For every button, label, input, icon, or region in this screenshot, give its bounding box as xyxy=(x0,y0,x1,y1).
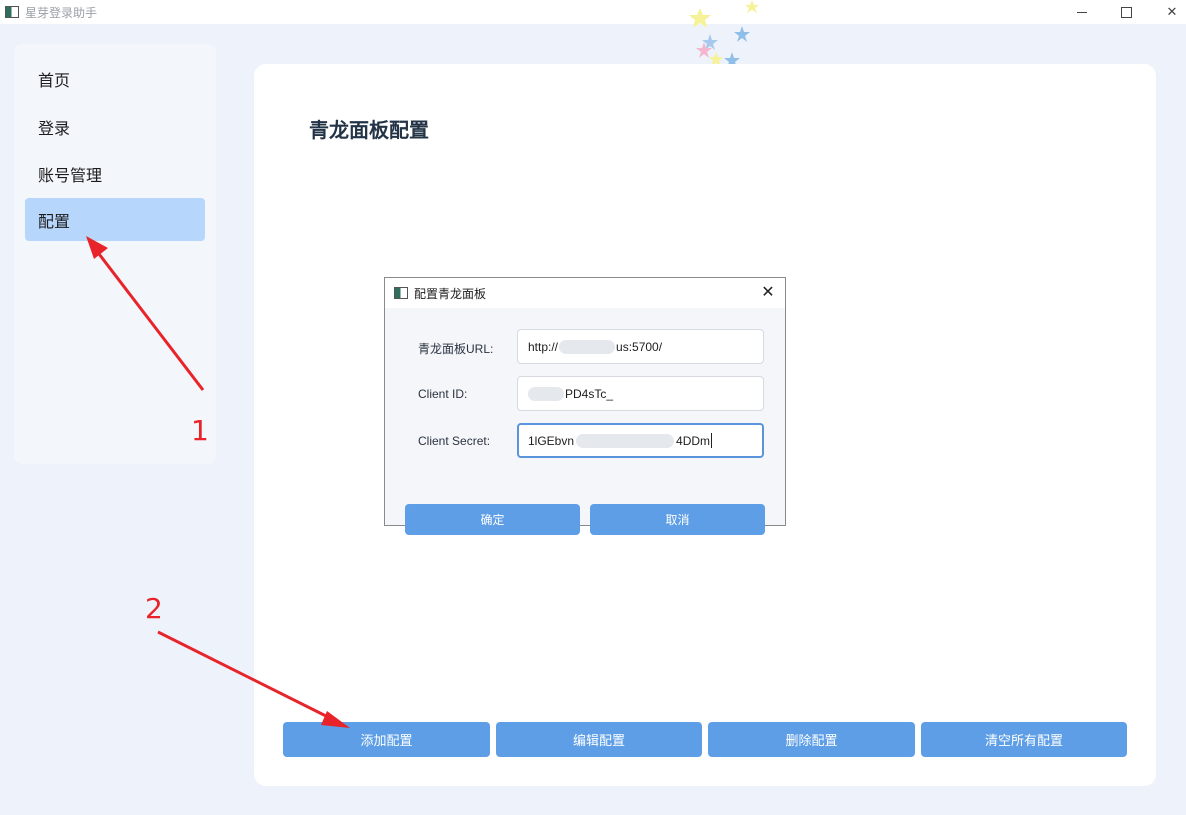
config-dialog: 配置青龙面板 ✕ 青龙面板URL: http:// us:5700/ Clien… xyxy=(384,277,786,535)
sidebar-item-label: 配置 xyxy=(38,213,71,231)
dialog-body: 青龙面板URL: http:// us:5700/ Client ID: PD4… xyxy=(385,308,785,535)
client-id-label: Client ID: xyxy=(418,387,468,401)
edit-config-button[interactable]: 编辑配置 xyxy=(496,722,702,757)
window-title: 星芽登录助手 xyxy=(25,5,98,20)
window-titlebar: 星芽登录助手 ✕ xyxy=(0,0,1186,24)
close-icon: ✕ xyxy=(1166,4,1178,19)
app-icon xyxy=(394,287,408,299)
maximize-icon xyxy=(1120,6,1132,18)
url-field[interactable]: http:// us:5700/ xyxy=(517,329,764,364)
url-value-prefix: http:// xyxy=(528,339,559,354)
client-secret-value-prefix: 1lGEbvn xyxy=(528,433,575,448)
delete-config-button[interactable]: 删除配置 xyxy=(708,722,915,757)
sidebar-item-config[interactable]: 配置 xyxy=(25,198,205,241)
text-cursor xyxy=(711,433,713,448)
clear-all-config-button[interactable]: 清空所有配置 xyxy=(921,722,1127,757)
cancel-button[interactable]: 取消 xyxy=(590,504,765,535)
redacted-mask xyxy=(576,433,675,448)
minimize-button[interactable] xyxy=(1059,0,1105,24)
annotation-marker-2: 2 xyxy=(145,592,163,625)
redacted-mask xyxy=(559,339,616,354)
add-config-button[interactable]: 添加配置 xyxy=(283,722,490,757)
sidebar-item-label: 登录 xyxy=(38,120,71,138)
sidebar-item-label: 首页 xyxy=(38,72,71,90)
minimize-icon xyxy=(1077,11,1087,13)
sidebar-item-accounts[interactable]: 账号管理 xyxy=(25,152,205,195)
sidebar-item-label: 账号管理 xyxy=(38,167,103,185)
app-icon xyxy=(5,6,19,18)
client-id-value-suffix: PD4sTc_ xyxy=(565,386,614,401)
client-secret-value-suffix: 4DDm xyxy=(676,433,711,448)
close-window-button[interactable]: ✕ xyxy=(1149,0,1186,24)
dialog-title: 配置青龙面板 xyxy=(414,286,487,301)
page-title: 青龙面板配置 xyxy=(309,120,429,142)
confirm-button[interactable]: 确定 xyxy=(405,504,580,535)
client-secret-label: Client Secret: xyxy=(418,434,491,448)
redacted-mask xyxy=(528,386,564,401)
client-id-field[interactable]: PD4sTc_ xyxy=(517,376,764,411)
client-secret-field[interactable]: 1lGEbvn 4DDm xyxy=(517,423,764,458)
sidebar: 首页 登录 账号管理 配置 xyxy=(14,44,216,464)
sidebar-item-login[interactable]: 登录 xyxy=(25,105,205,148)
maximize-button[interactable] xyxy=(1103,0,1149,24)
dialog-titlebar: 配置青龙面板 ✕ xyxy=(385,278,785,308)
annotation-marker-1: 1 xyxy=(191,414,209,447)
dialog-close-button[interactable]: ✕ xyxy=(759,283,777,301)
url-label: 青龙面板URL: xyxy=(418,342,494,356)
sidebar-item-home[interactable]: 首页 xyxy=(25,57,205,100)
url-value-suffix: us:5700/ xyxy=(616,339,663,354)
